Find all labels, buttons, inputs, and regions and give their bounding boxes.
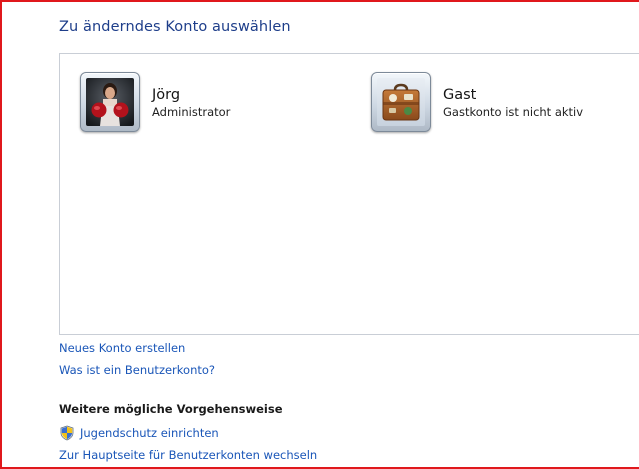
window-frame: Zu änderndes Konto auswählen Jörg Admini… bbox=[0, 0, 639, 469]
account-tile-joerg[interactable]: Jörg Administrator bbox=[80, 72, 230, 132]
create-account-link[interactable]: Neues Konto erstellen bbox=[59, 341, 185, 355]
account-name: Gast bbox=[443, 87, 477, 103]
parental-controls-label: Jugendschutz einrichten bbox=[80, 426, 219, 440]
account-name: Jörg bbox=[152, 87, 181, 103]
account-avatar bbox=[80, 72, 140, 132]
boxer-avatar-icon bbox=[86, 78, 134, 126]
more-tasks-heading: Weitere mögliche Vorgehensweise bbox=[59, 402, 283, 416]
parental-controls-link[interactable]: Jugendschutz einrichten bbox=[59, 425, 219, 441]
user-accounts-home-link[interactable]: Zur Hauptseite für Benutzerkonten wechse… bbox=[59, 448, 317, 462]
account-type: Administrator bbox=[152, 105, 231, 119]
what-is-account-link[interactable]: Was ist ein Benutzerkonto? bbox=[59, 363, 215, 377]
uac-shield-icon bbox=[60, 425, 74, 441]
suitcase-avatar-icon bbox=[377, 78, 425, 126]
account-tile-gast[interactable]: Gast Gastkonto ist nicht aktiv bbox=[371, 72, 583, 132]
page-title: Zu änderndes Konto auswählen bbox=[59, 19, 291, 35]
account-avatar bbox=[371, 72, 431, 132]
accounts-panel: Jörg Administrator Gast Gastkonto ist ni… bbox=[59, 53, 639, 335]
account-status: Gastkonto ist nicht aktiv bbox=[443, 105, 584, 119]
